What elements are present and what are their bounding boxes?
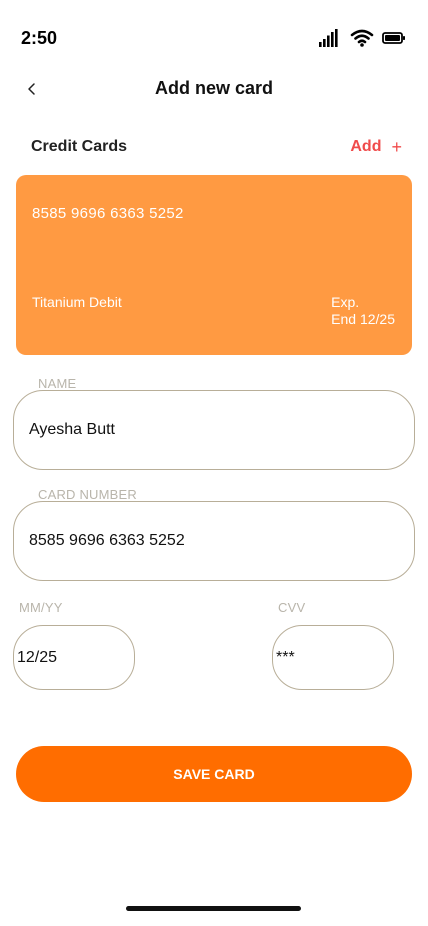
section-title: Credit Cards [31, 138, 128, 155]
card-expiry-label: Exp. [331, 294, 360, 310]
cvv-input[interactable] [273, 626, 393, 689]
status-time: 2:50 [21, 28, 58, 48]
cellular-signal-icon [319, 29, 338, 47]
expiry-field-container [13, 625, 135, 690]
wifi-icon [350, 29, 374, 47]
card-number-field-container [13, 501, 415, 581]
add-card-button[interactable]: Add + [350, 138, 402, 156]
card-expiry-value: End 12/25 [331, 311, 395, 327]
cvv-field-container [272, 625, 394, 690]
status-bar: 2:50 [0, 0, 428, 70]
battery-icon [382, 32, 405, 44]
page-title: Add new card [154, 78, 274, 98]
card-preview-type: Titanium Debit [32, 294, 122, 310]
home-indicator[interactable] [126, 906, 301, 911]
card-preview[interactable]: 8585 9696 6363 5252 Titanium Debit Exp. … [16, 175, 412, 355]
save-card-button[interactable]: SAVE CARD [16, 746, 412, 802]
expiry-label: MM/YY [19, 600, 63, 615]
credit-cards-header: Credit Cards Add + [31, 138, 402, 158]
card-number-label: CARD NUMBER [38, 487, 137, 502]
card-number-input[interactable] [14, 502, 414, 580]
name-field-container [13, 390, 415, 470]
nav-header: Add new card [0, 70, 428, 106]
expiry-input[interactable] [14, 626, 134, 689]
status-icons [318, 28, 408, 48]
plus-icon: + [391, 137, 402, 157]
card-preview-expiry: Exp. End 12/25 [331, 294, 395, 328]
name-label: NAME [38, 376, 77, 391]
add-label: Add [350, 138, 382, 155]
card-preview-number: 8585 9696 6363 5252 [32, 205, 184, 222]
name-input[interactable] [14, 391, 414, 469]
cvv-label: CVV [278, 600, 306, 615]
